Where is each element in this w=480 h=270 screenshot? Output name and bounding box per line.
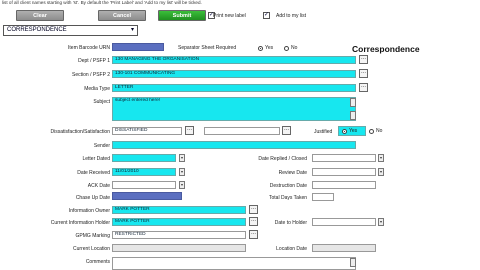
separator-label: Separator Sheet Required xyxy=(178,45,237,51)
date-to-holder-label: Date to Holder xyxy=(274,220,307,226)
letter-dated-calendar-icon[interactable]: ▾ xyxy=(179,154,185,162)
total-days-field[interactable] xyxy=(312,193,334,201)
ack-date-label: ACK Date xyxy=(87,183,110,189)
justified-no-text: No xyxy=(376,128,383,134)
barcode-field[interactable] xyxy=(112,43,164,51)
justified-label: Justified xyxy=(314,129,333,135)
current-location-field xyxy=(112,244,246,252)
date-received-label: Date Received xyxy=(77,170,110,176)
ack-date-calendar-icon[interactable]: ▾ xyxy=(179,181,185,189)
add-to-list-checkbox[interactable]: ✓ xyxy=(263,12,270,19)
letter-dated-label: Letter Dated xyxy=(82,156,110,162)
media-field[interactable]: LETTER xyxy=(112,84,356,92)
dissat-field[interactable]: DISSATISFIED xyxy=(112,127,182,135)
section-label: Section / PSFP 2 xyxy=(72,72,110,78)
dissat-lookup-icon[interactable]: ... xyxy=(185,126,194,135)
chase-up-label: Chase Up Date xyxy=(75,195,110,201)
date-to-holder-field[interactable] xyxy=(312,218,376,226)
sender-field[interactable] xyxy=(112,141,356,149)
subject-scroll-down[interactable] xyxy=(350,111,356,120)
location-date-field xyxy=(312,244,376,252)
ack-date-field[interactable] xyxy=(112,181,176,189)
separator-no-text: No xyxy=(291,45,298,51)
subject-field[interactable]: subject entered here! xyxy=(112,97,356,121)
gpmg-label: GPMG Marking xyxy=(75,233,110,239)
current-location-label: Current Location xyxy=(73,246,110,252)
dept-field[interactable]: 130 MANAGING THE ORGANISATION xyxy=(112,56,356,64)
date-replied-calendar-icon[interactable]: ▾ xyxy=(378,154,384,162)
comments-field[interactable] xyxy=(112,257,356,270)
justified-no-radio[interactable] xyxy=(369,129,374,134)
subject-scroll-up[interactable] xyxy=(350,98,356,107)
sender-label: Sender xyxy=(93,143,110,149)
date-received-field[interactable]: 11/01/2010 xyxy=(112,168,176,176)
current-holder-field[interactable]: MARK POTTER xyxy=(112,218,246,226)
justified-yes-radio[interactable] xyxy=(342,129,347,134)
review-date-field[interactable] xyxy=(312,168,376,176)
separator-yes-text: Yes xyxy=(265,45,274,51)
section-field[interactable]: 130-101 COMMUNICATING xyxy=(112,70,356,78)
separator-yes-radio[interactable] xyxy=(258,46,263,51)
record-type-value: CORRESPONDENCE xyxy=(7,27,67,33)
dissat-label: Dissatisfaction/Satisfaction xyxy=(50,129,110,135)
add-to-list-text: Add to my list xyxy=(276,13,307,19)
dissat-detail-field[interactable] xyxy=(204,127,280,135)
separator-no-radio[interactable] xyxy=(284,46,289,51)
review-date-calendar-icon[interactable]: ▾ xyxy=(378,168,384,176)
media-lookup-icon[interactable]: ... xyxy=(359,83,368,92)
location-date-label: Location Date xyxy=(276,246,307,252)
info-owner-field[interactable]: MARK POTTER xyxy=(112,206,246,214)
chevron-down-icon: ▾ xyxy=(130,27,134,33)
current-holder-lookup-icon[interactable]: ... xyxy=(249,217,258,226)
current-holder-label: Current Information Holder xyxy=(50,220,110,226)
media-label: Media Type xyxy=(84,86,110,92)
justified-yes-text: Yes xyxy=(349,128,358,134)
total-days-label: Total Days Taken xyxy=(269,195,307,201)
review-date-label: Review Date xyxy=(278,170,307,176)
section-lookup-icon[interactable]: ... xyxy=(359,69,368,78)
destruction-date-label: Destruction Date xyxy=(269,183,307,189)
clear-button[interactable]: Clear xyxy=(16,10,64,21)
dept-lookup-icon[interactable]: ... xyxy=(359,55,368,64)
info-owner-lookup-icon[interactable]: ... xyxy=(249,205,258,214)
gpmg-field[interactable]: RESTRICTED xyxy=(112,231,246,239)
comments-scroll-up[interactable] xyxy=(350,258,356,267)
comments-label: Comments xyxy=(85,259,110,265)
date-received-calendar-icon[interactable]: ▾ xyxy=(179,168,185,176)
chase-up-field[interactable] xyxy=(112,192,182,200)
form-heading: Correspondence xyxy=(352,44,420,54)
justified-yes-option[interactable]: Yes xyxy=(338,126,366,136)
dissat-detail-lookup-icon[interactable]: ... xyxy=(282,126,291,135)
date-replied-label: Date Replied / Closed xyxy=(258,156,307,162)
record-type-select[interactable]: CORRESPONDENCE ▾ xyxy=(3,25,138,36)
barcode-label: Item Barcode URN xyxy=(68,45,110,51)
letter-dated-field[interactable] xyxy=(112,154,176,162)
print-label-text: Print new label xyxy=(213,13,246,19)
subject-label: Subject xyxy=(93,99,110,105)
date-to-holder-calendar-icon[interactable]: ▾ xyxy=(378,218,384,226)
dept-label: Dept / PSFP 1 xyxy=(78,58,110,64)
info-owner-label: Information Owner xyxy=(68,208,110,214)
instruction-note: list of all client names starting with '… xyxy=(2,0,202,5)
submit-button[interactable]: Submit xyxy=(158,10,206,21)
destruction-date-field[interactable] xyxy=(312,181,376,189)
cancel-button[interactable]: Cancel xyxy=(98,10,146,21)
gpmg-lookup-icon[interactable]: ... xyxy=(249,230,258,239)
date-replied-field[interactable] xyxy=(312,154,376,162)
